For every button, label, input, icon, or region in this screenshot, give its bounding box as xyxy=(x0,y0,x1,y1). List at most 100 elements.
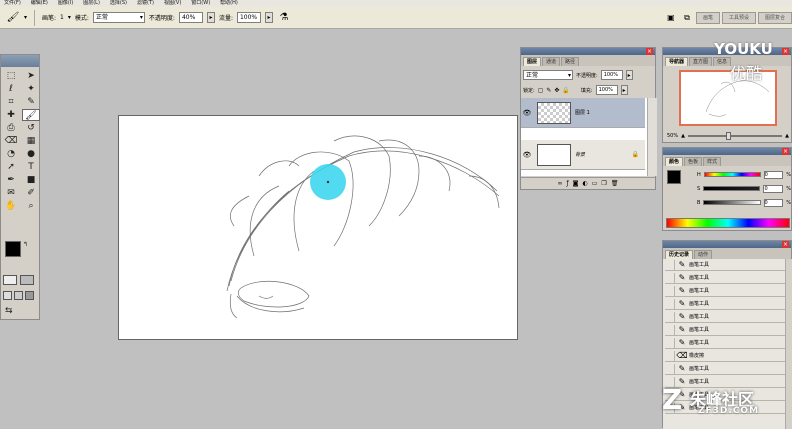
history-item[interactable]: ✎ 画笔工具 xyxy=(665,311,789,323)
fx-icon[interactable]: ƒ xyxy=(567,180,569,187)
tab-histogram[interactable]: 直方图 xyxy=(689,57,713,66)
link-icon[interactable]: ∞ xyxy=(558,180,563,187)
airbrush-icon[interactable]: ⚗ xyxy=(277,11,291,25)
screen-mode-standard-icon[interactable] xyxy=(3,291,12,300)
menu-file[interactable]: 文件(F) xyxy=(4,0,21,7)
close-icon[interactable]: × xyxy=(782,148,789,155)
color-spectrum-bar[interactable] xyxy=(666,218,790,228)
history-item[interactable]: ✎ 画笔工具 xyxy=(665,324,789,336)
flow-field[interactable]: 100% xyxy=(236,12,261,23)
screen-mode-menu-icon[interactable] xyxy=(14,291,23,300)
tab-paths[interactable]: 路径 xyxy=(561,57,580,66)
layer-opacity-field[interactable]: 100% xyxy=(600,70,623,80)
layer-row-background[interactable]: 👁 背景 🔒 xyxy=(521,140,645,170)
mode-select[interactable]: 正常 xyxy=(92,12,145,23)
layer-opacity-arrow[interactable]: ▸ xyxy=(625,70,633,80)
well-tab-tool-presets[interactable]: 工具预设 xyxy=(721,12,756,24)
notes-tool-icon[interactable]: ✉ xyxy=(2,187,20,199)
brush-picker-arrow[interactable]: ▾ xyxy=(68,14,71,21)
trash-icon[interactable]: 🗑 xyxy=(611,180,619,187)
hue-value-field[interactable]: 0 xyxy=(763,170,784,179)
marquee-tool-icon[interactable]: ⬚ xyxy=(2,70,20,82)
menu-window[interactable]: 窗口(W) xyxy=(191,0,210,7)
flow-slider-arrow[interactable]: ▸ xyxy=(264,12,273,23)
brightness-slider[interactable] xyxy=(703,200,761,205)
zoom-out-icon[interactable]: ▲ xyxy=(681,133,685,139)
history-scrollbar[interactable] xyxy=(785,259,792,429)
color-panel-titlebar[interactable] xyxy=(663,148,791,155)
tool-preset-arrow[interactable]: ▾ xyxy=(24,14,27,21)
screen-mode-full-icon[interactable] xyxy=(25,291,34,300)
history-item[interactable]: ✎ 画笔工具 xyxy=(665,298,789,310)
foreground-color-swatch[interactable] xyxy=(5,241,21,257)
quick-mask-mode-icon[interactable] xyxy=(20,275,34,285)
adjustment-icon[interactable]: ◐ xyxy=(583,180,588,187)
history-brush-icon[interactable]: ↺ xyxy=(22,122,40,134)
brightness-value-field[interactable]: 0 xyxy=(763,198,784,207)
saturation-value-field[interactable]: 0 xyxy=(763,184,784,193)
zoom-slider-thumb[interactable] xyxy=(725,131,731,140)
menu-help[interactable]: 帮助(H) xyxy=(220,0,238,7)
color-foreground-swatch[interactable] xyxy=(667,170,681,184)
fill-field[interactable]: 100% xyxy=(595,85,618,95)
history-snapshot-source[interactable] xyxy=(665,298,675,309)
dodge-tool-icon[interactable]: ● xyxy=(22,148,40,160)
history-item[interactable]: ✎ 画笔工具 xyxy=(665,259,789,271)
file-browser-icon[interactable]: ▣ xyxy=(664,11,678,25)
saturation-slider[interactable] xyxy=(703,186,761,191)
eyedropper-icon[interactable]: ✐ xyxy=(22,187,40,199)
history-snapshot-source[interactable] xyxy=(665,259,675,270)
toolbox-header[interactable] xyxy=(1,55,39,67)
clone-stamp-icon[interactable]: ⎙ xyxy=(2,122,20,134)
menu-edit[interactable]: 编辑(E) xyxy=(31,0,48,7)
folder-icon[interactable]: ▭ xyxy=(592,180,598,187)
type-tool-icon[interactable]: T xyxy=(22,161,40,173)
layers-scrollbar[interactable] xyxy=(647,98,657,176)
imageready-icon[interactable]: ⇆ xyxy=(5,305,13,317)
menu-filter[interactable]: 滤镜(T) xyxy=(137,0,154,7)
swap-colors-icon[interactable]: ↰ xyxy=(23,239,28,251)
brush-size-preview[interactable]: 1 xyxy=(60,14,64,21)
tab-color[interactable]: 颜色 xyxy=(665,157,684,166)
brush-tool-icon[interactable]: 🖌 xyxy=(6,11,20,25)
tab-layers[interactable]: 图层 xyxy=(523,57,542,66)
history-item[interactable]: ✎ 画笔工具 xyxy=(665,363,789,375)
blend-mode-select[interactable]: 正常 xyxy=(523,70,573,80)
hue-slider[interactable] xyxy=(703,172,761,177)
lasso-tool-icon[interactable]: ℓ xyxy=(2,83,20,95)
lock-position-icon[interactable]: ✥ xyxy=(554,87,559,94)
history-snapshot-source[interactable] xyxy=(665,311,675,322)
eraser-tool-icon[interactable]: ⌫ xyxy=(2,135,20,147)
history-item[interactable]: ✎ 画笔工具 xyxy=(665,337,789,349)
history-snapshot-source[interactable] xyxy=(665,363,675,374)
layers-panel-titlebar[interactable] xyxy=(521,48,655,55)
slice-tool-icon[interactable]: ✎ xyxy=(22,96,40,108)
zoom-value[interactable]: 50% xyxy=(667,133,678,139)
healing-brush-icon[interactable]: ✚ xyxy=(2,109,20,121)
magic-wand-icon[interactable]: ✦ xyxy=(22,83,40,95)
lock-transparent-icon[interactable]: ▢ xyxy=(538,87,544,94)
tab-styles[interactable]: 样式 xyxy=(703,157,722,166)
new-layer-icon[interactable]: ❐ xyxy=(601,180,606,187)
tab-history[interactable]: 历史记录 xyxy=(665,250,694,259)
history-snapshot-source[interactable] xyxy=(665,324,675,335)
history-snapshot-source[interactable] xyxy=(665,350,675,361)
well-tab-brushes[interactable]: 画笔 xyxy=(695,12,720,24)
palette-toggle-icon[interactable]: ⧉ xyxy=(680,11,694,25)
crop-tool-icon[interactable]: ⌗ xyxy=(2,96,20,108)
tab-actions[interactable]: 动作 xyxy=(694,250,713,259)
history-item[interactable]: ✎ 画笔工具 xyxy=(665,285,789,297)
layer-row-layer1[interactable]: 👁 图层 1 xyxy=(521,98,645,128)
tab-channels[interactable]: 通道 xyxy=(542,57,561,66)
well-tab-layer-comps[interactable]: 图层复合 xyxy=(757,12,792,24)
zoom-tool-icon[interactable]: ⌕ xyxy=(22,200,40,212)
hand-tool-icon[interactable]: ✋ xyxy=(2,200,20,212)
pen-tool-icon[interactable]: ✒ xyxy=(2,174,20,186)
lock-image-icon[interactable]: ✎ xyxy=(546,87,551,94)
tab-navigator[interactable]: 导航器 xyxy=(665,57,689,66)
tab-swatches[interactable]: 色板 xyxy=(684,157,703,166)
path-select-icon[interactable]: ➚ xyxy=(2,161,20,173)
visibility-eye-icon[interactable]: 👁 xyxy=(521,151,533,159)
opacity-slider-arrow[interactable]: ▸ xyxy=(206,12,215,23)
zoom-slider[interactable] xyxy=(687,131,783,140)
